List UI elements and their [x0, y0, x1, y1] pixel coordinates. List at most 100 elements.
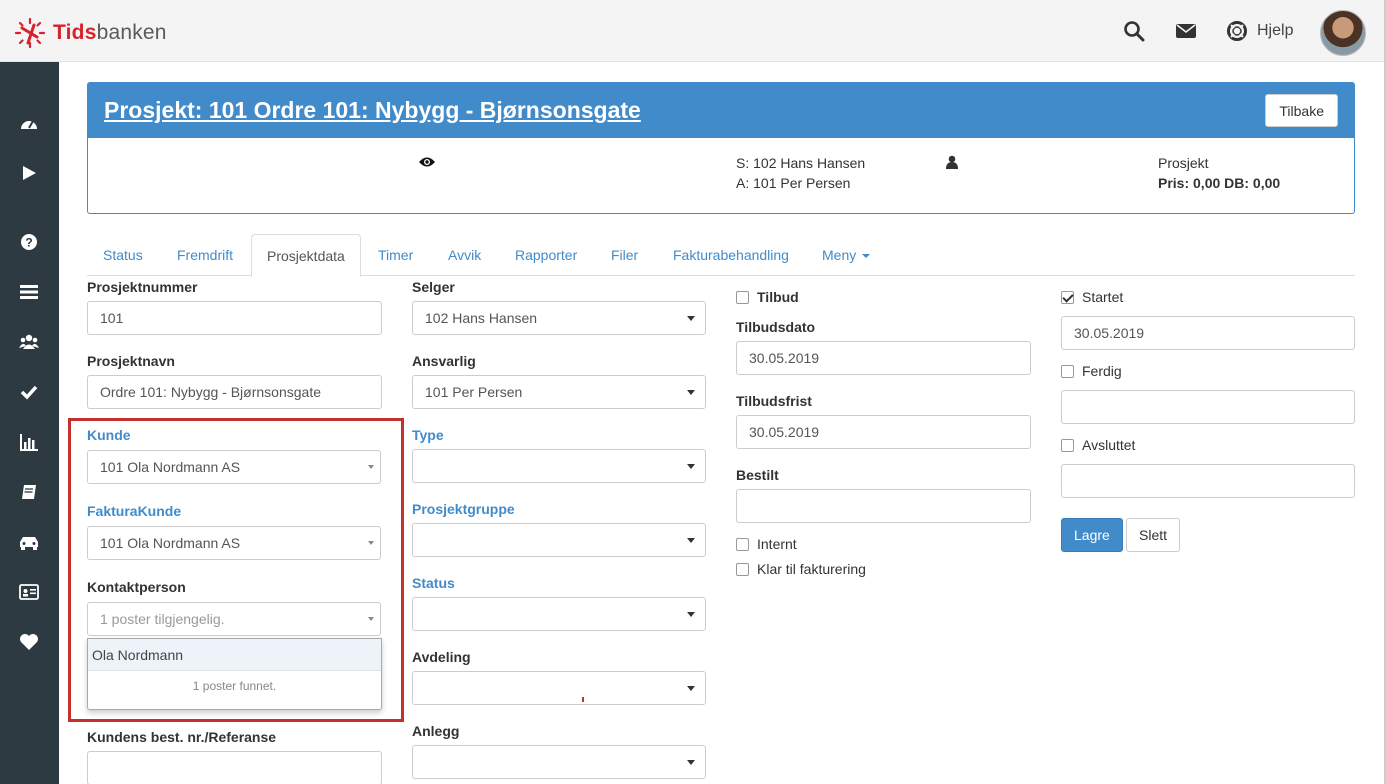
anlegg-select[interactable] [412, 745, 706, 779]
klar-checkbox[interactable] [736, 562, 749, 576]
tilbudsdato-input[interactable]: 30.05.2019 [736, 341, 1031, 375]
caret-down-icon [687, 464, 695, 469]
question-icon[interactable]: ? [19, 232, 39, 252]
tab-meny[interactable]: Meny [807, 234, 885, 276]
tab-timer[interactable]: Timer [363, 234, 428, 276]
bestilt-label: Bestilt [736, 467, 779, 483]
eye-icon[interactable] [419, 156, 435, 168]
check-icon[interactable] [19, 382, 39, 402]
list-icon[interactable] [19, 282, 39, 302]
top-bar: Tidsbanken Hjelp [0, 0, 1386, 62]
users-icon[interactable] [19, 332, 39, 352]
logo-clock-icon [14, 17, 46, 49]
caret-down-icon [687, 390, 695, 395]
caret-down-icon [687, 686, 695, 691]
tilbudsfrist-label: Tilbudsfrist [736, 393, 812, 409]
delete-button[interactable]: Slett [1126, 518, 1181, 552]
selger-select[interactable]: 102 Hans Hansen [412, 301, 706, 335]
tab-avvik[interactable]: Avvik [433, 234, 496, 276]
tab-fakturabehandling[interactable]: Fakturabehandling [658, 234, 804, 276]
prosjektnummer-label: Prosjektnummer [87, 279, 198, 295]
ferdig-label: Ferdig [1082, 363, 1122, 379]
tab-rapporter[interactable]: Rapporter [500, 234, 592, 276]
bar-chart-icon[interactable] [19, 432, 39, 452]
ferdig-checkbox[interactable] [1061, 364, 1074, 378]
klar-label: Klar til fakturering [757, 561, 866, 577]
kundens-ref-input[interactable] [87, 751, 382, 784]
book-icon[interactable] [19, 482, 39, 502]
ansvarlig-label: Ansvarlig [412, 353, 476, 369]
id-card-icon[interactable] [19, 582, 39, 602]
startet-checkbox[interactable] [1061, 290, 1074, 304]
tilbud-checkbox-row[interactable]: Tilbud [736, 289, 799, 305]
internt-checkbox-row[interactable]: Internt [736, 536, 797, 552]
lifebuoy-icon [1227, 21, 1247, 41]
price-info: Pris: 0,00 DB: 0,00 [1158, 175, 1281, 191]
tab-fremdrift[interactable]: Fremdrift [162, 234, 248, 276]
tilbudsdato-label: Tilbudsdato [736, 319, 816, 335]
user-avatar[interactable] [1320, 10, 1366, 56]
prosjektnavn-label: Prosjektnavn [87, 353, 175, 369]
svg-text:?: ? [25, 236, 32, 250]
help-link[interactable]: Hjelp [1226, 20, 1293, 42]
avsluttet-label: Avsluttet [1082, 437, 1136, 453]
prosjektnummer-input[interactable]: 101 [87, 301, 382, 335]
help-label: Hjelp [1257, 22, 1294, 39]
ansvarlig-select[interactable]: 101 Per Persen [412, 375, 706, 409]
selger-label: Selger [412, 279, 455, 295]
ansvarlig-select-value: 101 Per Persen [425, 384, 523, 400]
caret-down-icon [862, 254, 871, 259]
startet-label: Startet [1082, 289, 1124, 305]
selger-select-value: 102 Hans Hansen [425, 310, 538, 326]
internt-checkbox[interactable] [736, 537, 749, 551]
status-label[interactable]: Status [412, 575, 455, 591]
caret-down-icon [687, 612, 695, 617]
back-button[interactable]: Tilbake [1265, 94, 1338, 127]
kundens-ref-label: Kundens best. nr./Referanse [87, 729, 277, 745]
internt-label: Internt [757, 536, 797, 552]
seller-info: S: 102 Hans Hansen [736, 155, 866, 171]
avdeling-label: Avdeling [412, 649, 471, 665]
sidebar: ? [0, 62, 59, 784]
anlegg-label: Anlegg [412, 723, 460, 739]
caret-down-icon [687, 538, 695, 543]
mail-icon[interactable] [1175, 20, 1197, 42]
brand-name-part1: Tids [53, 21, 97, 44]
startet-date-input[interactable]: 30.05.2019 [1061, 316, 1355, 350]
brand-name-part2: banken [96, 21, 167, 44]
dashboard-icon[interactable] [19, 114, 39, 134]
play-icon[interactable] [19, 163, 39, 183]
type-label[interactable]: Type [412, 427, 444, 443]
startet-checkbox-row[interactable]: Startet [1061, 289, 1123, 305]
bestilt-input[interactable] [736, 489, 1031, 523]
car-icon[interactable] [19, 532, 39, 552]
heart-icon[interactable] [19, 632, 39, 652]
save-button[interactable]: Lagre [1061, 518, 1123, 552]
project-title[interactable]: Prosjekt: 101 Ordre 101: Nybygg - Bjørns… [104, 97, 641, 124]
red-mark [582, 697, 584, 702]
klar-checkbox-row[interactable]: Klar til fakturering [736, 561, 866, 577]
avdeling-select[interactable] [412, 671, 706, 705]
prosjektgruppe-label[interactable]: Prosjektgruppe [412, 501, 515, 517]
tidsbanken-logo[interactable]: Tidsbanken [13, 16, 167, 50]
caret-down-icon [687, 316, 695, 321]
tab-filer[interactable]: Filer [596, 234, 653, 276]
responsible-info: A: 101 Per Persen [736, 175, 851, 191]
avsluttet-date-input[interactable] [1061, 464, 1355, 498]
search-icon[interactable] [1123, 20, 1145, 42]
tilbudsfrist-input[interactable]: 30.05.2019 [736, 415, 1031, 449]
type-select[interactable] [412, 449, 706, 483]
prosjektgruppe-select[interactable] [412, 523, 706, 557]
avsluttet-checkbox-row[interactable]: Avsluttet [1061, 437, 1135, 453]
tab-meny-label: Meny [822, 247, 857, 263]
status-select[interactable] [412, 597, 706, 631]
prosjektnavn-input[interactable]: Ordre 101: Nybygg - Bjørnsonsgate [87, 375, 382, 409]
tab-prosjektdata[interactable]: Prosjektdata [251, 234, 361, 277]
ferdig-checkbox-row[interactable]: Ferdig [1061, 363, 1122, 379]
avsluttet-checkbox[interactable] [1061, 438, 1074, 452]
brand-name: Tidsbanken [53, 21, 167, 45]
tab-status[interactable]: Status [88, 234, 158, 276]
tilbud-checkbox[interactable] [736, 290, 749, 304]
ferdig-date-input[interactable] [1061, 390, 1355, 424]
project-tabs: Status Fremdrift Prosjektdata Timer Avvi… [87, 234, 1355, 277]
